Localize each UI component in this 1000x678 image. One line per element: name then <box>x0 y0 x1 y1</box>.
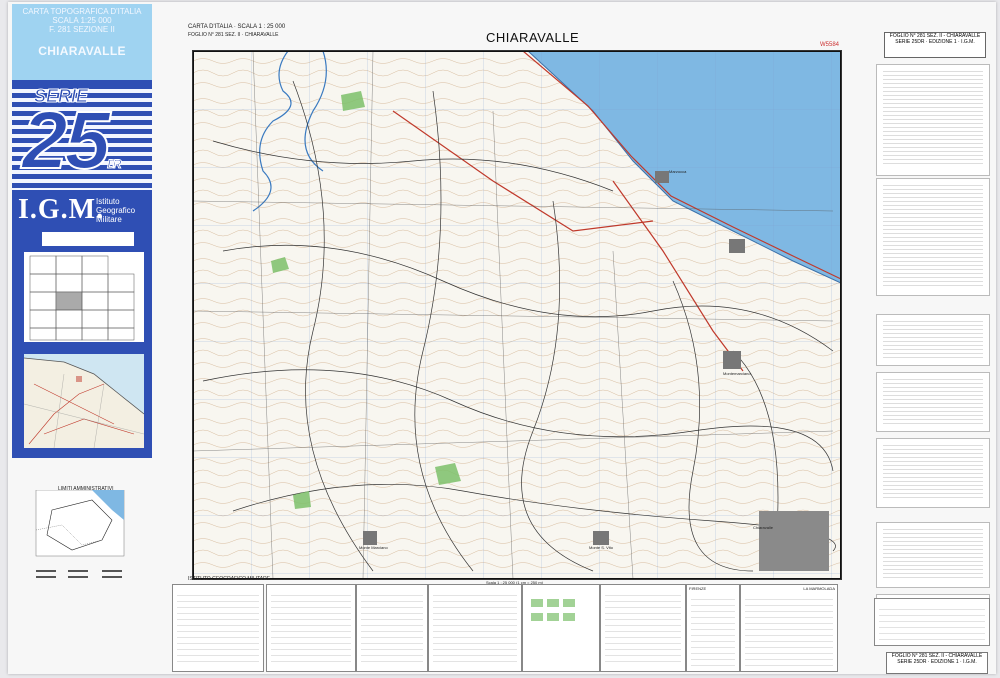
cover-panel: CARTA TOPOGRAFICA D'ITALIA SCALA 1:25 00… <box>12 4 152 458</box>
info-block-5 <box>876 438 990 508</box>
location-map <box>24 354 144 448</box>
legend-notes <box>874 598 990 646</box>
info-block-1 <box>876 64 990 176</box>
location-map-drawing <box>24 354 144 448</box>
header-left-1: CARTA D'ITALIA · SCALA 1 : 25 000 <box>188 24 286 30</box>
footer-box: FOGLIO N° 281 SEZ. II - CHIARAVALLE SERI… <box>886 652 988 674</box>
legend-marmolada: LA MARMOLADA <box>740 584 838 672</box>
cover-header: CARTA TOPOGRAFICA D'ITALIA SCALA 1:25 00… <box>12 4 152 80</box>
right-info-panel <box>876 64 990 654</box>
place-monte-s-vito: Monte S. Vito <box>589 545 613 550</box>
legend-symbols-3 <box>428 584 522 672</box>
header-right-line-2: SERIE 25DR · EDIZIONE 1 · I.G.M. <box>895 39 975 45</box>
sheet-index-map <box>24 252 144 342</box>
place-monte-marciano: Monte Marciano <box>359 545 388 550</box>
legend-symbols-2 <box>356 584 428 672</box>
map-area[interactable]: Marzocca Montemarciano Chiaravalle Monte… <box>192 50 842 580</box>
info-block-6 <box>876 522 990 588</box>
info-block-4 <box>876 372 990 432</box>
cover-label-box <box>42 232 134 246</box>
cover-series-number: 25DR <box>21 99 122 205</box>
marmolada-label: LA MARMOLADA <box>803 586 835 591</box>
topographic-map <box>193 51 841 579</box>
town-chiaravalle <box>759 511 829 571</box>
igm-sub-3: Militare <box>96 215 122 224</box>
map-title: CHIARAVALLE <box>486 30 580 45</box>
place-chiaravalle: Chiaravalle <box>753 525 774 530</box>
place-marzocca: Marzocca <box>669 169 687 174</box>
limiti-map <box>35 490 125 578</box>
legend-vegetation <box>522 584 600 672</box>
igm-sub-2: Geografico <box>96 206 136 215</box>
legend-symbols-4 <box>600 584 686 672</box>
header-right-box: FOGLIO N° 281 SEZ. II - CHIARAVALLE SERI… <box>884 32 986 58</box>
info-block-2 <box>876 178 990 296</box>
map-sheet: CARTA TOPOGRAFICA D'ITALIA SCALA 1:25 00… <box>8 2 996 674</box>
vegetation-swatches <box>531 599 575 621</box>
igm-sub-1: Istituto <box>96 197 120 206</box>
firenze-label: FIRENZE <box>689 586 707 591</box>
publisher-label: ISTITUTO GEOGRAFICO MILITARE <box>188 576 271 582</box>
index-grid <box>29 255 135 341</box>
cover-line-3: F. 281 SEZIONE II <box>49 25 115 34</box>
igm-subtitle: Istituto Geografico Militare <box>96 197 152 224</box>
place-montemarciano: Montemarciano <box>723 371 751 376</box>
footer-line-2: SERIE 25DR · EDIZIONE 1 · I.G.M. <box>897 659 977 665</box>
legend-firenze: FIRENZE <box>686 584 740 672</box>
town-marzocca <box>655 171 669 183</box>
map-code: W5584 <box>820 42 840 48</box>
cover-sheet-name: CHIARAVALLE <box>38 44 126 58</box>
cover-line-1: CARTA TOPOGRAFICA D'ITALIA <box>22 7 142 16</box>
town-montemarciano <box>723 351 741 369</box>
legend-symbols-1 <box>266 584 356 672</box>
legend-transport <box>172 584 264 672</box>
series-suffix: DR <box>107 157 122 172</box>
series-number: 25 <box>21 95 111 186</box>
header-left-2: FOGLIO N° 281 SEZ. II · CHIARAVALLE <box>188 32 279 38</box>
administrative-limits: LIMITI AMMINISTRATIVI <box>32 486 160 596</box>
igm-logo: I.G.M. <box>18 194 105 225</box>
cover-line-2: SCALA 1:25 000 <box>52 16 112 25</box>
info-block-3 <box>876 314 990 366</box>
